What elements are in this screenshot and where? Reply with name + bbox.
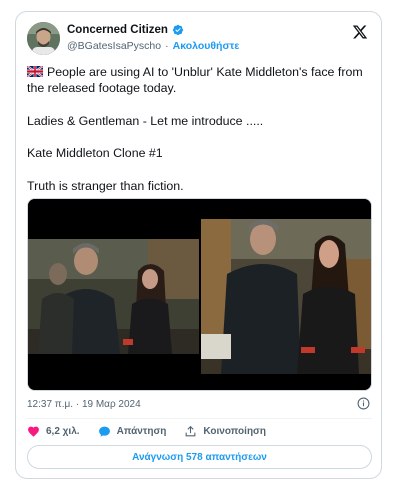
handle-separator: · [165, 40, 169, 52]
info-icon[interactable] [357, 397, 370, 410]
tweet-media[interactable] [27, 198, 372, 391]
tweet-date: 19 Μαρ 2024 [81, 399, 141, 410]
tweet-time: 12:37 π.μ. [27, 399, 74, 410]
display-name[interactable]: Concerned Citizen [67, 24, 168, 36]
action-bar: 6,2 χιλ. Απάντηση Κοινοποίηση [27, 424, 266, 438]
like-count: 6,2 χιλ. [46, 425, 80, 437]
read-replies-button[interactable]: Ανάγνωση 578 απαντήσεων [27, 445, 372, 469]
reply-button[interactable]: Απάντηση [98, 424, 167, 438]
media-frame-left[interactable] [28, 199, 199, 390]
heart-icon [28, 426, 39, 437]
x-logo-icon[interactable] [352, 24, 368, 40]
tweet-line-2: Ladies & Gentleman - Let me introduce ..… [27, 113, 264, 128]
tweet-line-4: Truth is stranger than fiction. [27, 179, 184, 194]
divider [27, 418, 372, 419]
uk-flag-icon [27, 66, 43, 77]
tweet-timestamp[interactable]: 12:37 π.μ. · 19 Μαρ 2024 [27, 399, 141, 410]
meta-separator: · [75, 399, 80, 410]
share-upload-icon [186, 425, 196, 436]
reply-bubble-icon [98, 426, 110, 437]
avatar[interactable] [27, 22, 60, 55]
reply-label: Απάντηση [116, 425, 167, 437]
tweet-line-1: People are using AI to 'Unblur' Kate Mid… [27, 65, 363, 96]
verified-badge-icon [172, 24, 184, 36]
share-label: Κοινοποίηση [203, 425, 266, 437]
tweet-card[interactable]: Concerned Citizen @BGatesIsaPyscho · Ακο… [15, 11, 382, 479]
like-button[interactable]: 6,2 χιλ. [27, 424, 80, 438]
media-frame-right[interactable] [201, 199, 371, 390]
follow-link[interactable]: Ακολουθήστε [173, 40, 240, 52]
tweet-text: People are using AI to 'Unblur' Kate Mid… [27, 64, 372, 194]
tweet-line-3: Kate Middleton Clone #1 [27, 146, 163, 161]
share-button[interactable]: Κοινοποίηση [184, 424, 266, 438]
user-handle[interactable]: @BGatesIsaPyscho [67, 40, 161, 52]
